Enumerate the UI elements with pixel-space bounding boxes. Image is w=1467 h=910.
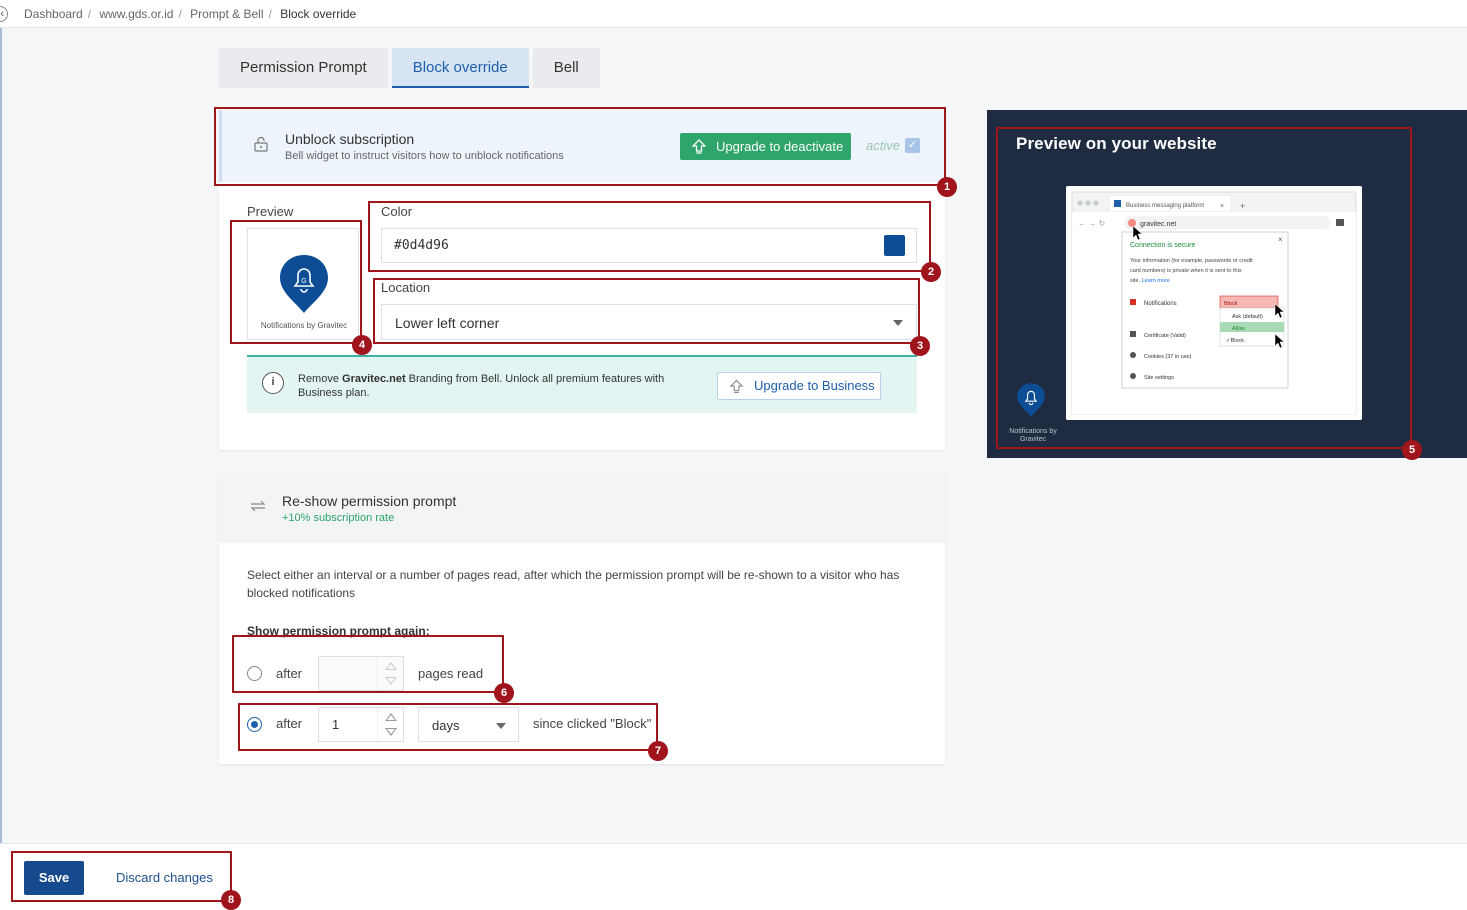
subscription-rate: +10% subscription rate (282, 512, 395, 524)
upgrade-arrow-icon (730, 379, 743, 394)
callout-badge-4: 4 (352, 335, 372, 355)
callout-box-8 (11, 851, 232, 902)
callout-badge-6: 6 (494, 683, 514, 703)
breadcrumb-prompt-bell[interactable]: Prompt & Bell (190, 7, 263, 21)
callout-badge-2: 2 (921, 262, 941, 282)
tab-bell[interactable]: Bell (532, 48, 600, 88)
callout-box-1 (214, 107, 946, 186)
callout-box-3 (373, 278, 920, 344)
reshow-header: Re-show permission prompt +10% subscript… (219, 472, 945, 543)
sidebar-edge (0, 28, 2, 910)
upgrade-to-business-button[interactable]: Upgrade to Business (717, 372, 881, 400)
callout-badge-8: 8 (221, 890, 241, 910)
promo-text: Remove Gravitec.net Branding from Bell. … (298, 372, 708, 400)
promo-brand: Gravitec.net (342, 373, 406, 385)
back-chevron-icon[interactable]: ‹ (0, 6, 8, 22)
callout-box-7 (238, 703, 658, 751)
repeat-icon (250, 500, 266, 512)
callout-box-5 (996, 127, 1412, 449)
callout-box-4 (230, 220, 362, 344)
preview-label: Preview (247, 204, 294, 219)
breadcrumb-site[interactable]: www.gds.or.id (99, 7, 173, 21)
callout-badge-5: 5 (1402, 440, 1422, 460)
branding-promo: i Remove Gravitec.net Branding from Bell… (247, 355, 917, 413)
upgrade-to-business-label: Upgrade to Business (754, 378, 875, 393)
tab-block-override[interactable]: Block override (391, 48, 529, 88)
top-bar: ‹ Dashboard / www.gds.or.id / Prompt & Bel… (0, 0, 1467, 28)
reshow-description: Select either an interval or a number of… (247, 568, 900, 600)
tab-permission-prompt[interactable]: Permission Prompt (219, 48, 388, 88)
tab-bar: Permission Prompt Block override Bell (219, 48, 600, 88)
callout-badge-7: 7 (648, 741, 668, 761)
callout-box-6 (232, 635, 504, 693)
promo-prefix: Remove (298, 373, 343, 385)
info-icon: i (262, 372, 284, 394)
reshow-title: Re-show permission prompt (282, 493, 457, 509)
callout-box-2 (368, 201, 931, 272)
callout-badge-3: 3 (910, 336, 930, 356)
breadcrumb-dashboard[interactable]: Dashboard (24, 7, 83, 21)
breadcrumb: Dashboard / www.gds.or.id / Prompt & Bell /… (24, 7, 357, 21)
breadcrumb-current: Block override (280, 7, 357, 21)
callout-badge-1: 1 (937, 177, 957, 197)
